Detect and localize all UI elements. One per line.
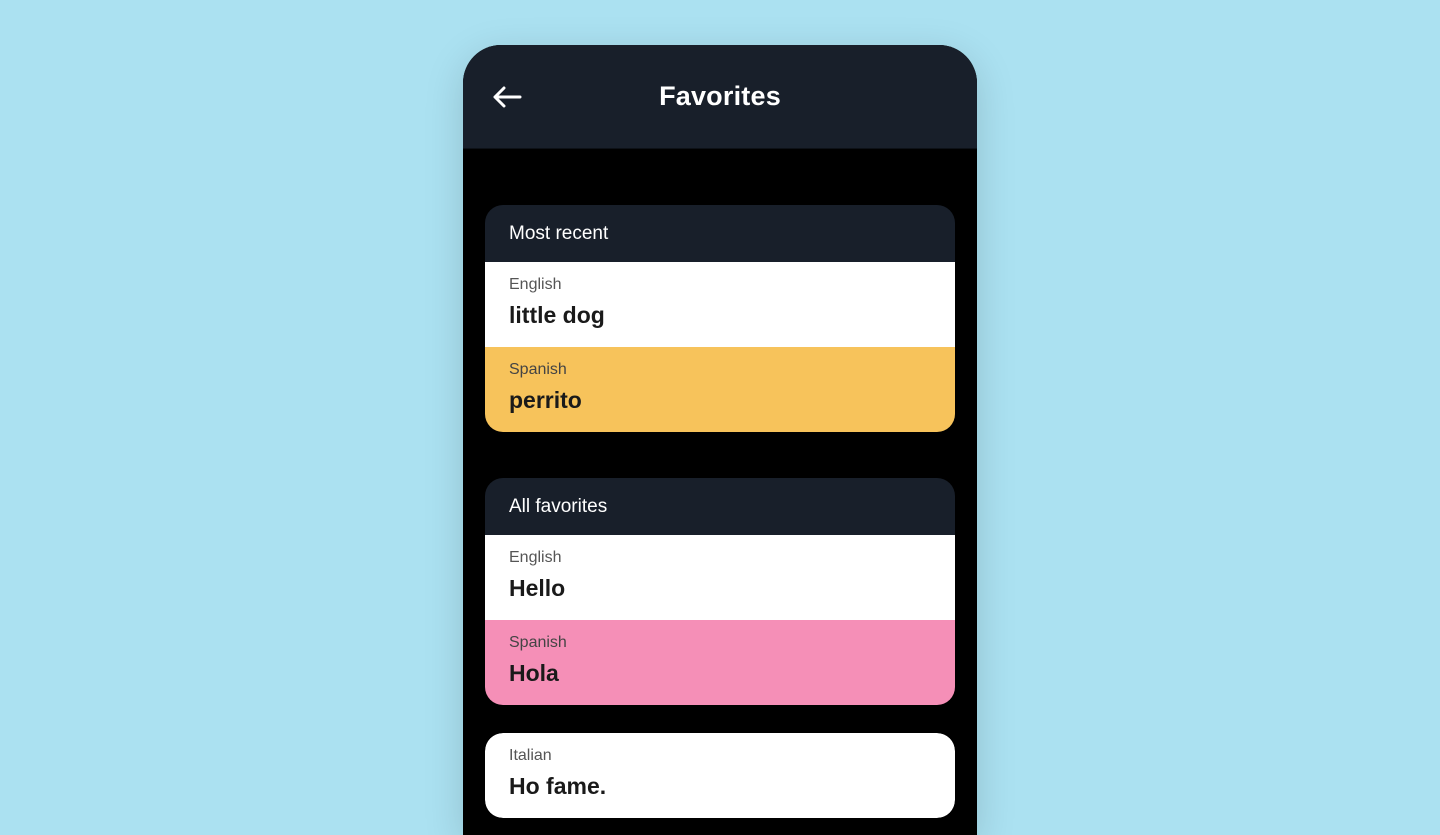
content-area: Most recent English little dog Spanish p…	[463, 149, 977, 818]
language-label: English	[509, 276, 931, 294]
translation-target-card[interactable]: Spanish perrito	[485, 347, 955, 432]
favorite-card-group: English Hello Spanish Hola	[485, 535, 955, 705]
section-heading-recent: Most recent	[485, 205, 955, 262]
language-label: English	[509, 549, 931, 567]
language-label: Spanish	[509, 634, 931, 652]
app-header: Favorites	[463, 45, 977, 149]
page-title: Favorites	[463, 81, 977, 112]
translation-text: Hello	[509, 575, 931, 602]
translation-text: Hola	[509, 660, 931, 687]
translation-target-card[interactable]: Spanish Hola	[485, 620, 955, 705]
section-heading-all: All favorites	[485, 478, 955, 535]
favorite-card-group: Italian Ho fame.	[485, 733, 955, 818]
section-all-favorites: All favorites English Hello Spanish Hola…	[485, 478, 955, 818]
translation-text: perrito	[509, 387, 931, 414]
device-frame: Favorites Most recent English little dog…	[463, 45, 977, 835]
translation-text: little dog	[509, 302, 931, 329]
translation-source-card[interactable]: English little dog	[485, 262, 955, 347]
translation-source-card[interactable]: Italian Ho fame.	[485, 733, 955, 818]
section-most-recent: Most recent English little dog Spanish p…	[485, 205, 955, 432]
language-label: Spanish	[509, 361, 931, 379]
recent-card-stack: English little dog Spanish perrito	[485, 262, 955, 432]
back-button[interactable]	[487, 77, 527, 117]
arrow-left-icon	[492, 86, 522, 108]
language-label: Italian	[509, 747, 931, 765]
translation-source-card[interactable]: English Hello	[485, 535, 955, 620]
translation-text: Ho fame.	[509, 773, 931, 800]
